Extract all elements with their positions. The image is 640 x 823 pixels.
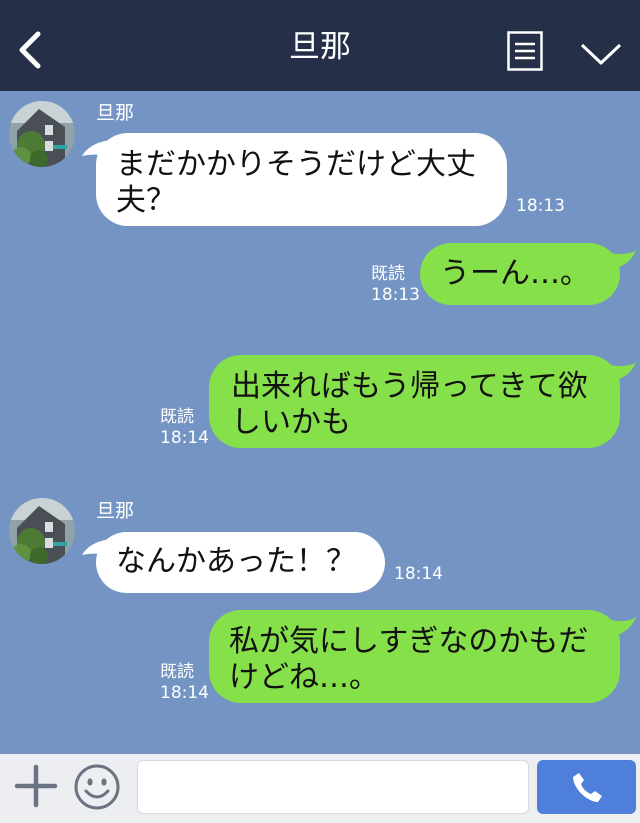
avatar[interactable] xyxy=(9,101,75,167)
plus-icon[interactable] xyxy=(14,764,58,808)
read-status: 既読 xyxy=(160,407,194,427)
sender-name: 旦那 xyxy=(96,102,135,124)
message-line: なんかあった！？ xyxy=(116,544,356,579)
sender-name: 旦那 xyxy=(96,500,135,522)
read-status: 既読 xyxy=(371,264,405,284)
list-icon[interactable] xyxy=(507,31,543,71)
phone-icon xyxy=(573,773,602,802)
message-line: しいかも xyxy=(231,405,351,440)
message-bubble[interactable]: 私が気にしすぎなのかもだ けどね…。 xyxy=(209,610,620,703)
message-time: 18:14 xyxy=(160,428,209,448)
message-bubble[interactable]: うーん…。 xyxy=(420,243,620,305)
message-line: 私が気にしすぎなのかもだ xyxy=(229,624,589,659)
message-line: 出来ればもう帰ってきて欲 xyxy=(231,369,588,404)
message-line: まだかかりそうだけど大丈 xyxy=(116,147,476,182)
message-line: けどね…。 xyxy=(229,660,379,695)
call-button[interactable] xyxy=(537,760,636,814)
read-status: 既読 xyxy=(160,662,194,682)
chat-header: 旦那 xyxy=(0,0,640,91)
message-time: 18:13 xyxy=(371,285,420,305)
message-time: 18:13 xyxy=(516,196,565,216)
message-bubble[interactable]: 出来ればもう帰ってきて欲 しいかも xyxy=(209,355,620,448)
avatar[interactable] xyxy=(9,498,75,564)
message-bubble[interactable]: なんかあった！？ xyxy=(96,532,385,593)
message-line: 夫？ xyxy=(116,183,176,218)
message-time: 18:14 xyxy=(160,683,209,703)
chevron-down-icon[interactable] xyxy=(580,42,622,66)
message-bubble[interactable]: まだかかりそうだけど大丈 夫？ xyxy=(96,133,507,226)
chat-title: 旦那 xyxy=(289,29,351,65)
message-time: 18:14 xyxy=(394,564,443,584)
smiley-icon[interactable] xyxy=(73,763,121,811)
message-input[interactable] xyxy=(137,760,529,814)
message-line: うーん…。 xyxy=(440,256,590,291)
